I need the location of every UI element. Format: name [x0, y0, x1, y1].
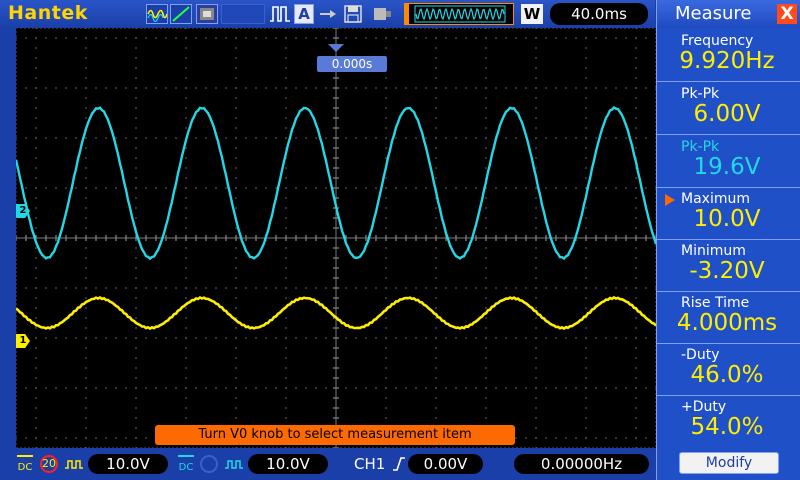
measure-value: 10.0V	[693, 206, 761, 232]
ch2-bandwidth-icon[interactable]	[200, 455, 218, 473]
measure-item-ch1-pkpk[interactable]: Pk-Pk 6.00V	[657, 83, 800, 135]
measure-panel: Measure X Frequency 9.920Hz Pk-Pk 6.00V …	[656, 0, 800, 480]
selected-arrow-icon	[665, 194, 675, 206]
measure-item-minimum[interactable]: Minimum -3.20V	[657, 240, 800, 292]
ch1-coupling[interactable]: DC	[15, 454, 35, 474]
usb-icon[interactable]	[371, 4, 393, 24]
measure-title: Measure	[675, 3, 752, 24]
ch2-coupling[interactable]: DC	[176, 454, 196, 474]
ch2-probe-icon[interactable]	[224, 454, 244, 474]
status-bar: DC 20 10.0V DC 10.0V CH1 0.00V 0.00000Hz	[0, 448, 656, 480]
persistence-icon[interactable]	[196, 4, 218, 24]
vector-mode-icon[interactable]	[170, 4, 192, 24]
trigger-level-readout[interactable]: 0.00V	[408, 454, 483, 474]
measure-item-rise-time[interactable]: Rise Time 4.000ms	[657, 292, 800, 344]
ch1-volts-per-div[interactable]: 10.0V	[88, 454, 168, 474]
measure-item-ch2-pkpk[interactable]: Pk-Pk 19.6V	[657, 136, 800, 188]
measure-value: 46.0%	[690, 362, 764, 388]
measure-value: 6.00V	[693, 101, 761, 127]
waveform-display-icon[interactable]	[146, 4, 168, 24]
modify-button[interactable]: Modify	[679, 452, 779, 474]
trigger-position-readout[interactable]: 0.000s	[317, 56, 387, 72]
measure-label: -Duty	[681, 347, 720, 363]
measure-item-frequency[interactable]: Frequency 9.920Hz	[657, 30, 800, 82]
scope-display: 0.000s 2 1	[16, 28, 656, 448]
memory-position-bar[interactable]	[404, 3, 514, 25]
measure-item-maximum[interactable]: Maximum 10.0V	[657, 188, 800, 240]
scope-grid	[16, 28, 656, 448]
measure-value: 9.920Hz	[679, 48, 775, 74]
measure-label: Pk-Pk	[681, 86, 720, 102]
measure-label: +Duty	[681, 399, 727, 415]
close-icon[interactable]: X	[777, 4, 797, 24]
measure-label: Maximum	[681, 191, 750, 207]
measure-label: Pk-Pk	[681, 139, 720, 155]
auto-mode-icon[interactable]: A	[294, 4, 314, 24]
save-icon[interactable]	[343, 4, 363, 24]
measure-value: 54.0%	[690, 414, 764, 440]
measure-header: Measure X	[657, 0, 800, 28]
hint-message: Turn V0 knob to select measurement item	[155, 425, 515, 445]
measure-label: Minimum	[681, 243, 746, 259]
measure-value: 4.000ms	[676, 310, 778, 336]
measure-label: Frequency	[681, 33, 754, 49]
arrow-icon[interactable]	[318, 4, 338, 24]
measure-label: Rise Time	[681, 295, 750, 311]
top-toolbar: Hantek A W 40.0ms	[0, 0, 655, 28]
rising-edge-icon[interactable]	[392, 454, 406, 474]
measure-item-neg-duty[interactable]: -Duty 46.0%	[657, 344, 800, 396]
trigger-frequency-readout: 0.00000Hz	[514, 454, 649, 474]
ch2-volts-per-div[interactable]: 10.0V	[248, 454, 328, 474]
status-slot	[221, 4, 265, 24]
measure-value: 19.6V	[693, 154, 761, 180]
timebase-readout[interactable]: 40.0ms	[550, 3, 648, 25]
brand-logo: Hantek	[8, 2, 88, 24]
trigger-source[interactable]: CH1	[354, 454, 390, 474]
ch1-probe-icon[interactable]	[64, 454, 84, 474]
ch1-bandwidth-limit[interactable]: 20	[40, 455, 58, 473]
measure-item-pos-duty[interactable]: +Duty 54.0%	[657, 396, 800, 448]
ch2-coupling-label: DC	[178, 462, 194, 473]
measure-value: -3.20V	[689, 258, 765, 284]
ch1-coupling-label: DC	[17, 462, 33, 473]
waveform-mode-badge[interactable]: W	[521, 4, 543, 24]
run-stop-icon[interactable]	[269, 4, 291, 24]
